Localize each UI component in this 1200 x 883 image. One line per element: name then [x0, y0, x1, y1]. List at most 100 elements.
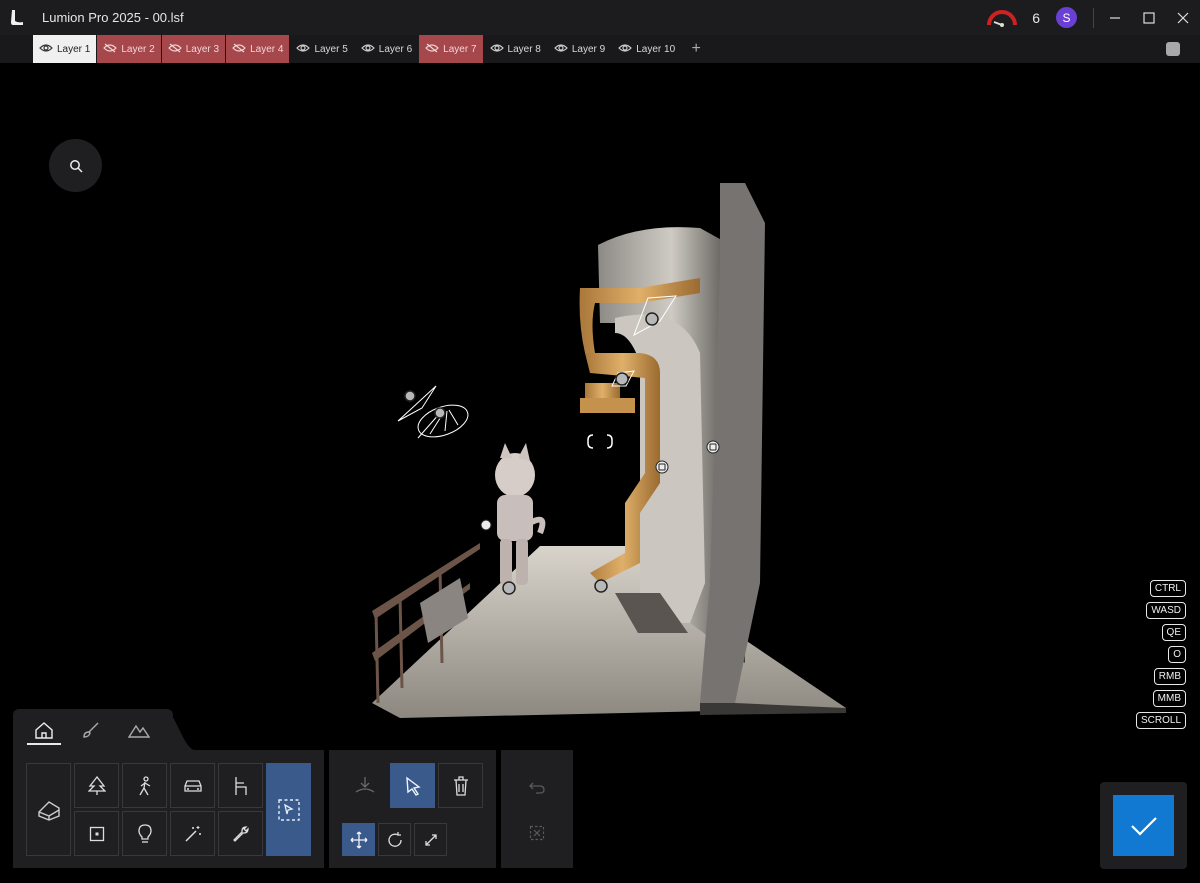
history-panel — [501, 750, 573, 868]
layer-tab-1[interactable]: Layer 1 — [33, 35, 97, 63]
title-bar: Lumion Pro 2025 - 00.lsf 6 S — [0, 0, 1200, 35]
category-people-button[interactable] — [122, 763, 167, 808]
eye-off-icon[interactable] — [425, 43, 440, 56]
move-tool-button[interactable] — [342, 823, 375, 856]
eye-icon[interactable] — [489, 43, 504, 56]
layer-tab-10[interactable]: Layer 10 — [612, 35, 681, 63]
clear-selection-icon — [529, 825, 544, 841]
magic-wand-icon — [184, 825, 201, 842]
select-arrow-icon — [405, 776, 421, 796]
layer-tab-2[interactable]: Layer 2 — [97, 35, 161, 63]
category-nature-button[interactable] — [74, 763, 119, 808]
layer-tab-5[interactable]: Layer 5 — [290, 35, 353, 63]
layer-label: Layer 1 — [57, 43, 91, 55]
eye-off-icon[interactable] — [232, 43, 246, 56]
layer-label: Layer 5 — [314, 43, 348, 55]
scale-icon — [424, 833, 437, 846]
move-icon — [350, 831, 367, 848]
keyboard-hints: CTRL WASD QE O RMB MMB SCROLL — [1135, 580, 1186, 729]
rotate-tool-button[interactable] — [378, 823, 411, 856]
scale-tool-button[interactable] — [414, 823, 447, 856]
place-icon — [355, 776, 374, 793]
undo-icon — [528, 782, 545, 794]
category-lights-button[interactable] — [122, 811, 167, 856]
window-title: Lumion Pro 2025 - 00.lsf — [42, 10, 184, 25]
delete-object-button[interactable] — [438, 763, 483, 808]
car-icon — [183, 779, 202, 792]
tree-icon — [87, 775, 106, 795]
eye-icon[interactable] — [554, 43, 568, 56]
category-transport-button[interactable] — [170, 763, 215, 808]
place-object-button[interactable] — [342, 763, 387, 808]
category-utilities-button[interactable] — [218, 811, 263, 856]
layer-label: Layer 3 — [185, 43, 220, 55]
key-hint-o: O — [1168, 646, 1186, 663]
tab-materials[interactable] — [74, 716, 108, 744]
minimize-button[interactable] — [1098, 0, 1132, 35]
dice-icon — [89, 826, 104, 841]
layer-label: Layer 9 — [571, 43, 606, 55]
checkmark-icon — [1130, 816, 1157, 836]
undo-button[interactable] — [520, 772, 553, 802]
layer-tab-3[interactable]: Layer 3 — [161, 35, 226, 63]
lumion-logo-icon — [0, 0, 34, 35]
layer-tab-6[interactable]: Layer 6 — [355, 35, 418, 63]
tabs-panel-edge — [150, 709, 195, 750]
eye-icon[interactable] — [296, 43, 311, 56]
delete-icon — [453, 775, 468, 796]
home-icon — [35, 722, 53, 739]
key-hint-rmb: RMB — [1153, 668, 1186, 685]
lightbulb-icon — [137, 823, 152, 843]
key-hint-wasd: WASD — [1146, 602, 1186, 619]
search-icon — [69, 159, 83, 173]
eye-icon[interactable] — [618, 43, 633, 56]
clear-selection-button[interactable] — [520, 818, 553, 848]
wrench-icon — [232, 825, 249, 842]
active-tab-indicator — [27, 743, 61, 745]
user-avatar[interactable]: S — [1056, 7, 1077, 28]
key-hint-scroll: SCROLL — [1135, 712, 1186, 729]
brush-icon — [83, 722, 99, 738]
layer-tab-8[interactable]: Layer 8 — [484, 35, 547, 63]
eye-off-icon[interactable] — [103, 43, 118, 56]
layer-label: Layer 8 — [507, 43, 541, 55]
tab-landscape[interactable] — [122, 716, 156, 744]
lumion-app: Lumion Pro 2025 - 00.lsf 6 S Layer 1 Lay… — [0, 0, 1200, 883]
eye-icon[interactable] — [39, 43, 53, 56]
layer-label: Layer 2 — [121, 43, 155, 55]
layer-tab-7[interactable]: Layer 7 — [419, 35, 483, 63]
select-tool-button[interactable] — [390, 763, 435, 808]
chair-icon — [234, 776, 247, 795]
rotate-icon — [387, 831, 402, 847]
maximize-button[interactable] — [1132, 0, 1166, 35]
search-button[interactable] — [49, 139, 102, 192]
layer-label: Layer 7 — [443, 43, 477, 55]
category-effects-button[interactable] — [170, 811, 215, 856]
layer-bar: Layer 1 Layer 2 Layer 3 Layer 4 Layer 5 … — [0, 35, 1200, 63]
selection-mode-button[interactable] — [266, 763, 311, 856]
key-hint-qe: QE — [1161, 624, 1186, 641]
layer-label: Layer 10 — [636, 43, 676, 55]
category-objects-button[interactable] — [74, 811, 119, 856]
landscape-icon — [128, 724, 150, 738]
tab-objects[interactable] — [27, 716, 61, 744]
layer-panel-toggle[interactable] — [1166, 42, 1180, 56]
key-hint-ctrl: CTRL — [1149, 580, 1186, 597]
layer-tab-4[interactable]: Layer 4 — [226, 35, 290, 63]
add-layer-button[interactable]: + — [686, 35, 706, 63]
notification-count[interactable]: 6 — [1032, 10, 1040, 26]
confirm-button[interactable] — [1113, 795, 1174, 856]
key-hint-mmb: MMB — [1152, 690, 1186, 707]
layer-label: Layer 6 — [378, 43, 413, 55]
person-icon — [138, 775, 150, 795]
layer-label: Layer 4 — [250, 43, 284, 55]
performance-gauge-icon[interactable] — [986, 8, 1018, 28]
eye-off-icon[interactable] — [167, 43, 182, 56]
layer-tab-9[interactable]: Layer 9 — [548, 35, 611, 63]
title-divider — [1093, 7, 1094, 28]
close-button[interactable] — [1166, 0, 1200, 35]
building-icon — [37, 800, 60, 821]
category-indoor-button[interactable] — [218, 763, 263, 808]
import-model-button[interactable] — [26, 763, 71, 856]
eye-icon[interactable] — [360, 43, 375, 56]
